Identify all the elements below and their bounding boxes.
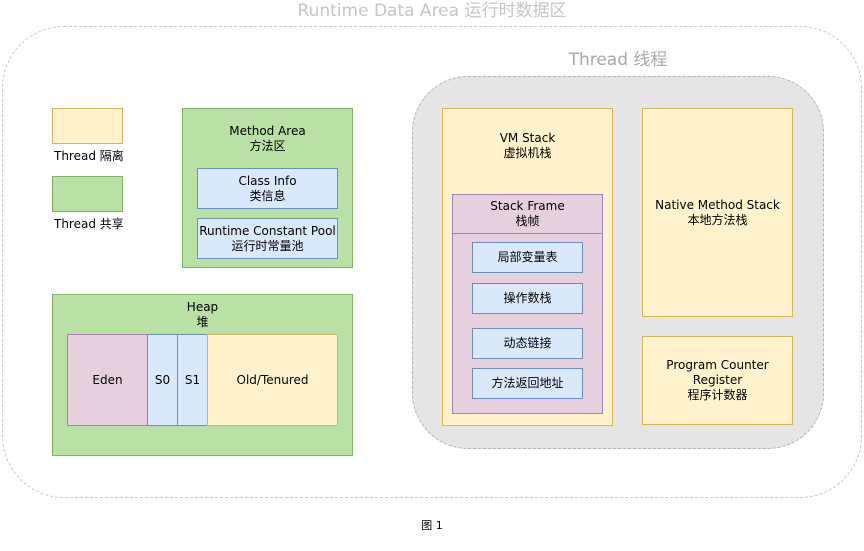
program-counter-subtitle: 程序计数器 [687, 388, 748, 402]
runtime-constant-pool-box: Runtime Constant Pool 运行时常量池 [197, 218, 338, 259]
heap-old-label: Old/Tenured [236, 372, 309, 387]
legend-shared-label: Thread 共享 [54, 217, 124, 231]
frame-item-local-vars: 局部变量表 [472, 242, 583, 273]
heap-old-tenured: Old/Tenured [207, 334, 338, 426]
legend-isolated-label: Thread 隔离 [54, 149, 124, 163]
native-method-stack: Native Method Stack 本地方法栈 [642, 108, 793, 317]
native-method-stack-subtitle: 本地方法栈 [687, 212, 748, 227]
heap-s1: S1 [177, 334, 208, 426]
heap-s0: S0 [147, 334, 178, 426]
frame-item-label: 动态链接 [503, 336, 552, 350]
runtime-constant-pool-subtitle: 运行时常量池 [231, 238, 304, 253]
class-info-title: Class Info [238, 173, 297, 188]
class-info-box: Class Info 类信息 [197, 168, 338, 209]
frame-item-label: 操作数栈 [503, 291, 552, 305]
method-area-subtitle: 方法区 [249, 139, 286, 153]
method-area-title: Method Area [229, 124, 306, 138]
heap-s1-label: S1 [184, 372, 201, 387]
class-info-subtitle: 类信息 [249, 188, 286, 203]
heap-s0-label: S0 [154, 372, 171, 387]
frame-item-operand-stack: 操作数栈 [472, 283, 583, 314]
vm-stack-subtitle: 虚拟机栈 [503, 146, 552, 160]
stack-frame-divider [453, 233, 602, 234]
frame-item-label: 方法返回地址 [491, 376, 564, 390]
stack-frame-title: Stack Frame [490, 199, 565, 213]
native-method-stack-title: Native Method Stack [655, 197, 780, 212]
vm-stack-title: VM Stack [499, 131, 556, 145]
program-counter-title: Program Counter Register [666, 358, 769, 387]
runtime-constant-pool-title: Runtime Constant Pool [199, 223, 336, 238]
frame-item-label: 局部变量表 [497, 250, 558, 264]
figure-caption: 图 1 [421, 519, 443, 532]
stack-frame-subtitle: 栈帧 [515, 214, 540, 228]
legend-shared-swatch [52, 176, 123, 212]
frame-item-dynamic-linking: 动态链接 [472, 328, 583, 359]
heap-eden-label: Eden [92, 372, 123, 387]
program-counter-register: Program Counter Register 程序计数器 [642, 336, 793, 425]
frame-item-return-address: 方法返回地址 [472, 368, 583, 399]
runtime-data-area-title: Runtime Data Area 运行时数据区 [297, 1, 567, 21]
heap-eden: Eden [67, 334, 148, 426]
legend-isolated-swatch [52, 108, 123, 144]
stack-frame-header: Stack Frame 栈帧 [453, 195, 602, 233]
thread-title: Thread 线程 [568, 50, 668, 70]
heap-title: Heap [186, 300, 219, 314]
heap-subtitle: 堆 [196, 315, 209, 329]
